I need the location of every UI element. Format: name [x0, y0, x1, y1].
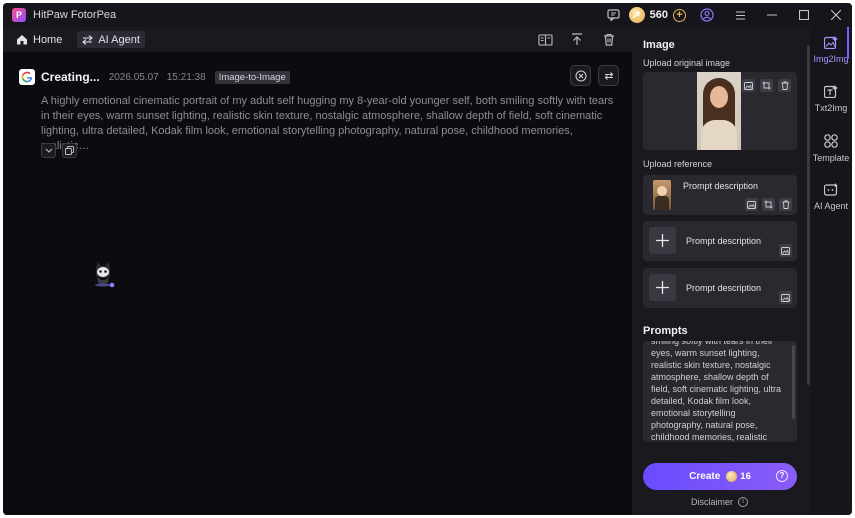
- mode-sidebar: Img2Img Txt2Img Template AI Agent: [810, 27, 852, 515]
- prompts-section-title: Prompts: [643, 325, 688, 337]
- disclaimer-label: Disclaimer: [690, 497, 733, 507]
- template-icon: [824, 134, 838, 148]
- sidebar-item-template[interactable]: Template: [810, 134, 852, 163]
- reference-card-empty[interactable]: Prompt description: [643, 221, 797, 261]
- upload-original-label: Upload original image: [643, 58, 731, 68]
- home-button[interactable]: Home: [11, 31, 67, 48]
- original-image-upload[interactable]: [643, 72, 797, 150]
- add-reference-icon[interactable]: [649, 274, 676, 301]
- task-status: Creating...: [41, 70, 100, 84]
- app-window: P HitPaw FotorPea 560 + Home AI Agent Cr…: [3, 3, 852, 515]
- prompts-textarea[interactable]: smiling softly with tears in their eyes,…: [643, 341, 797, 442]
- task-date: 2026.05.07: [108, 71, 159, 83]
- title-bar: P HitPaw FotorPea 560 +: [3, 3, 852, 27]
- loading-mascot-icon: [90, 261, 116, 292]
- main-area: Creating... 2026.05.07 15:21:38 Image-to…: [3, 52, 632, 515]
- toolbar: Home AI Agent: [3, 27, 632, 52]
- original-image-thumbnail: [697, 72, 741, 150]
- trash-icon[interactable]: [779, 198, 792, 211]
- create-cost: 16: [740, 471, 751, 482]
- sidebar-item-ai-agent[interactable]: AI Agent: [810, 183, 852, 211]
- image-section-title: Image: [643, 39, 675, 51]
- home-icon: [17, 35, 27, 45]
- add-credits-icon[interactable]: +: [673, 8, 686, 22]
- home-label: Home: [33, 33, 63, 46]
- app-logo-icon: P: [12, 8, 26, 22]
- create-button[interactable]: Create 16 ?: [643, 463, 797, 490]
- sidebar-item-label: Txt2Img: [814, 103, 848, 113]
- reference-prompt-label: Prompt description: [683, 181, 759, 191]
- info-icon: i: [738, 497, 748, 507]
- swap-icon: [82, 34, 94, 45]
- upload-reference-label: Upload reference: [643, 159, 713, 169]
- copy-icon: [65, 146, 74, 155]
- prompts-text: smiling softly with tears in their eyes,…: [651, 341, 782, 442]
- task-header: Creating... 2026.05.07 15:21:38 Image-to…: [19, 65, 619, 86]
- cancel-circle-icon: [574, 69, 587, 82]
- copy-prompt-button[interactable]: [62, 143, 77, 158]
- image-icon[interactable]: [779, 244, 792, 257]
- account-icon[interactable]: [698, 6, 716, 24]
- delete-icon[interactable]: [600, 31, 618, 49]
- replace-image-icon[interactable]: [745, 198, 758, 211]
- reference-prompt-label: Prompt description: [686, 236, 762, 246]
- minimize-icon[interactable]: [756, 3, 788, 27]
- txt2img-icon: [824, 85, 838, 98]
- task-time: 15:21:38: [166, 71, 206, 83]
- create-label: Create: [689, 471, 721, 482]
- reference-prompt-label: Prompt description: [686, 283, 762, 293]
- ai-agent-label: AI Agent: [98, 33, 140, 46]
- sidebar-item-img2img[interactable]: Img2Img: [810, 36, 852, 64]
- task-prompt-text: A highly emotional cinematic portrait of…: [41, 95, 614, 152]
- sidebar-item-label: Template: [812, 153, 850, 163]
- sidebar-item-label: Img2Img: [813, 54, 849, 64]
- close-icon[interactable]: [820, 3, 852, 27]
- coin-icon: [726, 471, 738, 482]
- crop-icon[interactable]: [760, 79, 773, 92]
- settings-panel: Image Upload original image Upload refer…: [632, 27, 807, 515]
- reference-image-thumbnail: [653, 180, 671, 210]
- prompts-scrollbar[interactable]: [792, 345, 795, 419]
- export-icon[interactable]: [568, 31, 586, 49]
- credits-display[interactable]: 560 +: [628, 7, 686, 23]
- sidebar-item-label: AI Agent: [813, 201, 849, 211]
- menu-icon[interactable]: [724, 3, 756, 27]
- sidebar-item-txt2img[interactable]: Txt2Img: [810, 85, 852, 113]
- reference-card[interactable]: Prompt description: [643, 175, 797, 215]
- cancel-task-button[interactable]: [570, 65, 591, 86]
- crop-icon[interactable]: [762, 198, 775, 211]
- disclaimer-link[interactable]: Disclaimer i: [632, 497, 807, 507]
- add-reference-icon[interactable]: [649, 227, 676, 254]
- replace-image-icon[interactable]: [742, 79, 755, 92]
- chevron-down-icon: [45, 148, 52, 153]
- credit-count: 560: [649, 9, 668, 21]
- sidebar-active-indicator: [847, 27, 849, 59]
- coin-icon: [628, 7, 645, 23]
- image-icon[interactable]: [779, 291, 792, 304]
- maximize-icon[interactable]: [788, 3, 820, 27]
- refresh-icon: [604, 71, 613, 80]
- regenerate-button[interactable]: [598, 65, 619, 86]
- ai-agent-icon: [824, 183, 838, 196]
- reference-card-empty[interactable]: Prompt description: [643, 268, 797, 308]
- trash-icon[interactable]: [778, 79, 791, 92]
- expand-prompt-button[interactable]: [41, 143, 56, 158]
- feedback-icon[interactable]: [605, 6, 623, 24]
- help-icon[interactable]: ?: [776, 470, 788, 482]
- app-title: HitPaw FotorPea: [33, 9, 117, 21]
- google-logo-icon: [19, 69, 35, 85]
- compare-icon[interactable]: [536, 31, 554, 49]
- img2img-icon: [824, 36, 838, 49]
- ai-agent-button[interactable]: AI Agent: [77, 31, 145, 48]
- task-type-badge: Image-to-Image: [214, 70, 290, 84]
